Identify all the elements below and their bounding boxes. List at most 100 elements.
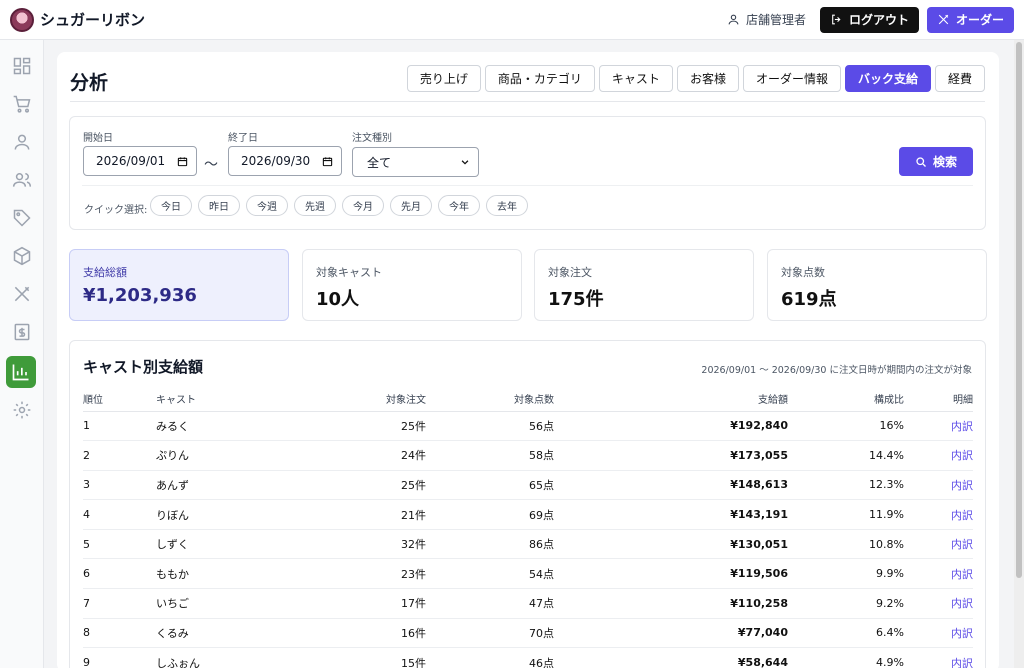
quick-today[interactable]: 今日 bbox=[150, 195, 192, 216]
orders-cell: 23件 bbox=[286, 558, 426, 590]
search-button[interactable]: 検索 bbox=[899, 147, 973, 176]
amount-cell: ¥130,051 bbox=[554, 529, 788, 560]
ratio-cell: 12.3% bbox=[788, 470, 904, 501]
quick-select-label: クイック選択: bbox=[84, 205, 148, 216]
quick-this-year[interactable]: 今年 bbox=[438, 195, 480, 216]
quick-last-week[interactable]: 先週 bbox=[294, 195, 336, 216]
tab-order-info[interactable]: オーダー情報 bbox=[742, 65, 841, 92]
tab-expenses[interactable]: 経費 bbox=[934, 65, 985, 92]
stat-label: 支給総額 bbox=[83, 266, 127, 279]
cast-cell: みるく bbox=[156, 411, 286, 442]
column-header-amount: 支給額 bbox=[554, 387, 788, 412]
start-date-label: 開始日 bbox=[83, 133, 113, 144]
search-icon bbox=[916, 156, 926, 167]
end-date-input[interactable]: 2026/09/30 bbox=[228, 146, 342, 176]
sidebar-item-dashboard[interactable] bbox=[8, 52, 36, 80]
chevron-down-icon bbox=[461, 160, 469, 165]
quick-last-month[interactable]: 先月 bbox=[390, 195, 432, 216]
items-cell: 70点 bbox=[426, 618, 554, 649]
logout-button[interactable]: ログアウト bbox=[819, 6, 919, 33]
end-date-value: 2026/09/30 bbox=[241, 154, 311, 168]
box-icon bbox=[13, 246, 31, 266]
ratio-cell: 14.4% bbox=[788, 440, 904, 471]
detail-link[interactable]: 内訳 bbox=[904, 470, 973, 501]
sidebar-item-billing[interactable] bbox=[8, 318, 36, 346]
tab-cast[interactable]: キャスト bbox=[598, 65, 673, 92]
stat-value: 175件 bbox=[548, 289, 604, 310]
current-user[interactable]: 店舗管理者 bbox=[727, 11, 806, 28]
ratio-cell: 11.9% bbox=[788, 499, 904, 530]
items-cell: 65点 bbox=[426, 470, 554, 501]
cast-cell: しずく bbox=[156, 529, 286, 560]
rank-cell: 5 bbox=[83, 529, 156, 560]
order-label: オーダー bbox=[955, 13, 1004, 27]
table-row: 9 しふぉん 15件 46点 ¥58,644 4.9% 内訳 bbox=[83, 647, 973, 668]
quick-yesterday[interactable]: 昨日 bbox=[198, 195, 240, 216]
tab-sales[interactable]: 売り上げ bbox=[406, 65, 481, 92]
table-row: 4 りぼん 21件 69点 ¥143,191 11.9% 内訳 bbox=[83, 499, 973, 530]
stat-card-total-payment: 支給総額 ¥1,203,936 bbox=[69, 249, 289, 321]
sidebar-item-analytics[interactable] bbox=[6, 356, 36, 388]
tab-products-categories[interactable]: 商品・カテゴリ bbox=[484, 65, 595, 92]
detail-link[interactable]: 内訳 bbox=[904, 588, 973, 619]
rank-cell: 8 bbox=[83, 618, 156, 649]
rank-cell: 2 bbox=[83, 440, 156, 471]
order-button[interactable]: オーダー bbox=[926, 6, 1014, 33]
cast-cell: りぼん bbox=[156, 499, 286, 530]
quick-this-month[interactable]: 今月 bbox=[342, 195, 384, 216]
bar-chart-icon bbox=[12, 364, 29, 381]
items-cell: 46点 bbox=[426, 647, 554, 668]
logout-icon bbox=[832, 14, 841, 25]
detail-link[interactable]: 内訳 bbox=[904, 647, 973, 668]
amount-cell: ¥192,840 bbox=[554, 411, 788, 442]
logout-label: ログアウト bbox=[848, 13, 909, 27]
brand-logo[interactable] bbox=[10, 7, 34, 32]
sidebar-item-customer[interactable] bbox=[8, 128, 36, 156]
orders-cell: 25件 bbox=[286, 411, 426, 442]
orders-cell: 25件 bbox=[286, 470, 426, 501]
quick-this-week[interactable]: 今週 bbox=[246, 195, 288, 216]
orders-cell: 15件 bbox=[286, 647, 426, 668]
page-scrollbar[interactable] bbox=[1014, 40, 1024, 668]
detail-link[interactable]: 内訳 bbox=[904, 411, 973, 442]
amount-cell: ¥173,055 bbox=[554, 440, 788, 471]
stat-label: 対象注文 bbox=[548, 266, 592, 279]
detail-link[interactable]: 内訳 bbox=[904, 499, 973, 530]
detail-link[interactable]: 内訳 bbox=[904, 529, 973, 560]
order-type-select[interactable]: 全て bbox=[352, 147, 479, 177]
items-cell: 69点 bbox=[426, 499, 554, 530]
tab-customers[interactable]: お客様 bbox=[676, 65, 739, 92]
sidebar-item-casts[interactable] bbox=[8, 166, 36, 194]
ratio-cell: 9.2% bbox=[788, 588, 904, 619]
tag-icon bbox=[13, 209, 31, 227]
brand-name[interactable]: シュガーリボン bbox=[40, 9, 145, 30]
sidebar-item-tags[interactable] bbox=[8, 204, 36, 232]
sidebar-item-orders[interactable] bbox=[8, 90, 36, 118]
amount-cell: ¥119,506 bbox=[554, 558, 788, 590]
cast-cell: ももか bbox=[156, 558, 286, 590]
detail-link[interactable]: 内訳 bbox=[904, 558, 973, 590]
detail-link[interactable]: 内訳 bbox=[904, 618, 973, 649]
app-header: シュガーリボン 店舗管理者 ログアウト オーダー bbox=[0, 0, 1024, 40]
orders-cell: 16件 bbox=[286, 618, 426, 649]
orders-cell: 24件 bbox=[286, 440, 426, 471]
stat-label: 対象点数 bbox=[781, 266, 825, 279]
table-row: 7 いちご 17件 47点 ¥110,258 9.2% 内訳 bbox=[83, 588, 973, 619]
orders-cell: 17件 bbox=[286, 588, 426, 619]
gear-icon bbox=[13, 401, 31, 419]
detail-link[interactable]: 内訳 bbox=[904, 440, 973, 471]
quick-last-year[interactable]: 去年 bbox=[486, 195, 528, 216]
tab-back-payment[interactable]: バック支給 bbox=[844, 65, 931, 92]
scrollbar-thumb[interactable] bbox=[1016, 42, 1022, 578]
sidebar-item-products[interactable] bbox=[8, 242, 36, 270]
stat-value: 10人 bbox=[316, 289, 360, 310]
utensils-icon bbox=[14, 286, 30, 302]
ratio-cell: 4.9% bbox=[788, 647, 904, 668]
rank-cell: 6 bbox=[83, 558, 156, 590]
user-icon bbox=[728, 14, 739, 25]
sidebar-item-settings[interactable] bbox=[8, 396, 36, 424]
sidebar-item-menu[interactable] bbox=[8, 280, 36, 308]
cast-payment-table: 順位 キャスト 対象注文 対象点数 支給額 構成比 明細 1 みるく 25件 5… bbox=[83, 387, 973, 668]
rank-cell: 4 bbox=[83, 499, 156, 530]
start-date-input[interactable]: 2026/09/01 bbox=[83, 146, 197, 176]
